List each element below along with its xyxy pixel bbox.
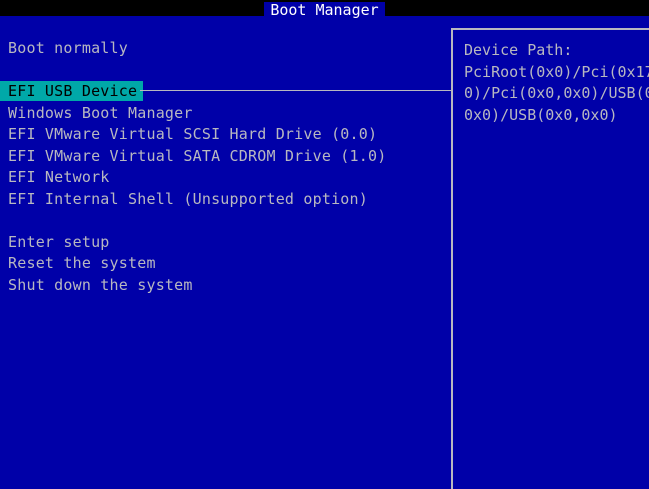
- menu-item-shut-down-system[interactable]: Shut down the system: [8, 275, 193, 295]
- menu-item-efi-vmware-scsi-hard-drive[interactable]: EFI VMware Virtual SCSI Hard Drive (0.0): [8, 124, 377, 144]
- menu-item-windows-boot-manager[interactable]: Windows Boot Manager: [8, 103, 193, 123]
- menu-item-efi-vmware-sata-cdrom[interactable]: EFI VMware Virtual SATA CDROM Drive (1.0…: [8, 146, 386, 166]
- menu-item-reset-system[interactable]: Reset the system: [8, 253, 156, 273]
- boot-manager-screen: Boot Manager Boot normally EFI USB Devic…: [0, 0, 649, 489]
- device-path-line: PciRoot(0x0)/Pci(0x17: [464, 63, 649, 81]
- menu-item-efi-network[interactable]: EFI Network: [8, 167, 110, 187]
- menu-item-enter-setup[interactable]: Enter setup: [8, 232, 110, 252]
- page-title: Boot Manager: [264, 2, 385, 18]
- device-path-line: 0x0)/USB(0x0,0x0): [464, 106, 618, 124]
- menu-item-efi-usb-device[interactable]: EFI USB Device: [0, 81, 144, 101]
- title-bar: Boot Manager: [0, 0, 649, 18]
- device-info-panel: Device Path: PciRoot(0x0)/Pci(0x17 0)/Pc…: [451, 28, 649, 489]
- selection-divider: [140, 90, 451, 91]
- device-path-heading: Device Path:: [464, 41, 573, 59]
- menu-item-boot-normally[interactable]: Boot normally: [8, 38, 128, 58]
- menu-item-efi-internal-shell[interactable]: EFI Internal Shell (Unsupported option): [8, 189, 368, 209]
- device-path-line: 0)/Pci(0x0,0x0)/USB(0x: [464, 84, 649, 102]
